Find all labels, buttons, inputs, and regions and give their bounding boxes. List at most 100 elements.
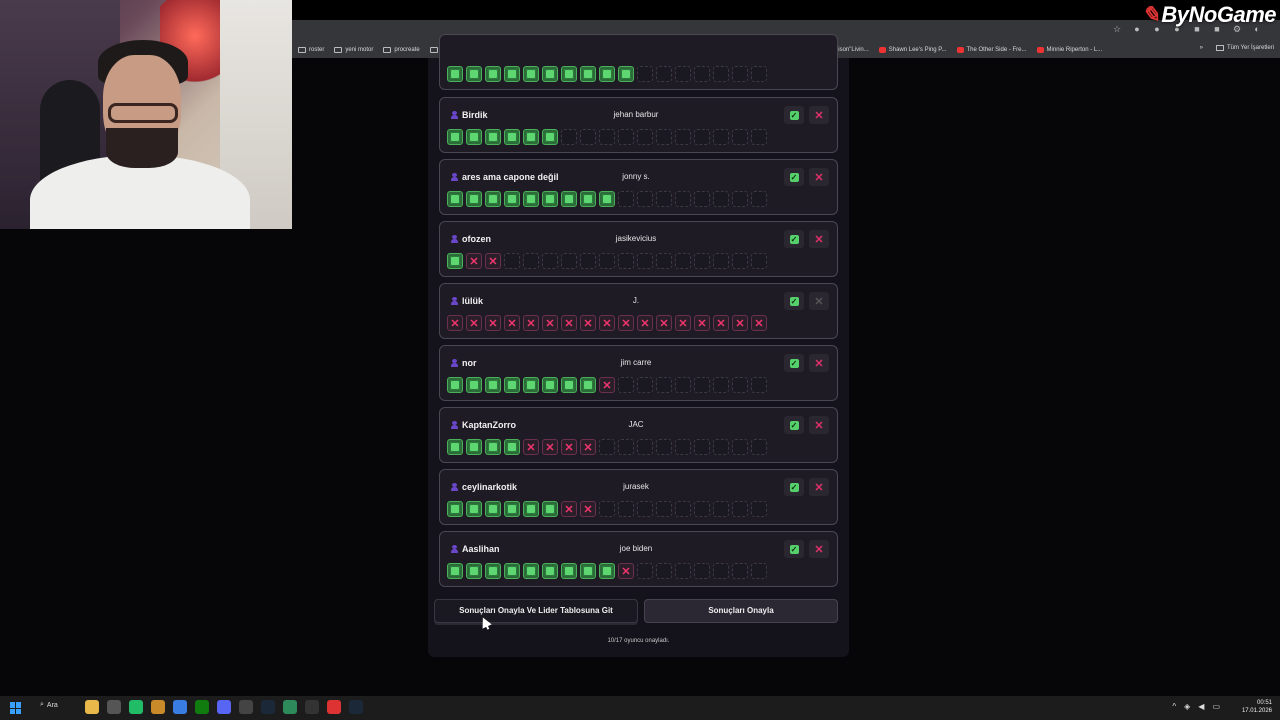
empty-slot: [542, 253, 558, 269]
empty-slot: [713, 377, 729, 393]
app-icon[interactable]: [327, 700, 341, 714]
wrong-slot-icon: [732, 315, 748, 331]
reject-button[interactable]: ✕: [809, 230, 829, 248]
approve-button[interactable]: ✓: [784, 106, 804, 124]
check-icon: ✓: [789, 358, 799, 368]
correct-slot-icon: [561, 191, 577, 207]
user-icon: [451, 359, 458, 367]
clock[interactable]: 00:51 17.01.2026: [1242, 699, 1272, 715]
confirm-results-button[interactable]: Sonuçları Onayla: [644, 599, 838, 623]
empty-slot: [637, 439, 653, 455]
approve-button[interactable]: ✓: [784, 478, 804, 496]
empty-slot: [637, 66, 653, 82]
folder-icon: [1215, 45, 1224, 51]
wrong-slot-icon: [523, 315, 539, 331]
empty-slot: [694, 439, 710, 455]
correct-slot-icon: [504, 191, 520, 207]
chrome-icon[interactable]: [173, 700, 187, 714]
wrong-slot-icon: [580, 315, 596, 331]
empty-slot: [694, 191, 710, 207]
bookmark-item[interactable]: Shawn Lee's Ping P...: [878, 47, 947, 53]
empty-slot: [694, 66, 710, 82]
app-icon[interactable]: [283, 700, 297, 714]
empty-slot: [656, 129, 672, 145]
windows-start-icon[interactable]: [10, 702, 22, 714]
empty-slot: [675, 191, 691, 207]
approve-button[interactable]: ✓: [784, 292, 804, 310]
player-name: Aaslihan: [462, 544, 500, 554]
player-answer: JAC: [628, 420, 644, 429]
user-icon: [451, 483, 458, 491]
wrong-slot-icon: [485, 253, 501, 269]
approve-button[interactable]: ✓: [784, 354, 804, 372]
correct-slot-icon: [504, 439, 520, 455]
system-tray: ^ ◈ ◀ ▭: [1172, 702, 1220, 711]
correct-slot-icon: [466, 439, 482, 455]
answer-slots: [447, 377, 767, 393]
wrong-slot-icon: [713, 315, 729, 331]
all-bookmarks-label: Tüm Yer İşaretleri: [1226, 45, 1274, 51]
correct-slot-icon: [599, 191, 615, 207]
network-icon[interactable]: ◈: [1184, 702, 1190, 711]
player-answer: jonny s.: [622, 172, 650, 181]
store-icon[interactable]: [107, 700, 121, 714]
more-bookmarks-icon[interactable]: »: [1200, 45, 1203, 51]
app-icon[interactable]: [151, 700, 165, 714]
volume-icon[interactable]: ◀: [1198, 702, 1204, 711]
file-explorer-icon[interactable]: [85, 700, 99, 714]
correct-slot-icon: [485, 66, 501, 82]
empty-slot: [637, 501, 653, 517]
approve-button[interactable]: ✓: [784, 168, 804, 186]
correct-slot-icon: [523, 191, 539, 207]
wrong-slot-icon: [694, 315, 710, 331]
reject-button[interactable]: ✕: [809, 292, 829, 310]
reject-button[interactable]: ✕: [809, 540, 829, 558]
player-answer: jasikevicius: [615, 234, 657, 243]
correct-slot-icon: [580, 377, 596, 393]
app-icon[interactable]: [305, 700, 319, 714]
reject-button[interactable]: ✕: [809, 168, 829, 186]
reject-button[interactable]: ✕: [809, 106, 829, 124]
approve-button[interactable]: ✓: [784, 540, 804, 558]
player-name: KaptanZorro: [462, 420, 516, 430]
reject-button[interactable]: ✕: [809, 416, 829, 434]
correct-slot-icon: [542, 563, 558, 579]
bookmark-item[interactable]: roster: [298, 47, 324, 53]
wrong-slot-icon: [504, 315, 520, 331]
bookmark-item[interactable]: procreate: [383, 47, 420, 53]
bookmark-label: yeni motor: [345, 47, 374, 53]
reject-button[interactable]: ✕: [809, 478, 829, 496]
approve-button[interactable]: ✓: [784, 416, 804, 434]
bookmark-item[interactable]: yeni motor: [334, 47, 373, 53]
bookmark-item[interactable]: Minnie Riperton - L...: [1036, 47, 1102, 53]
wrong-slot-icon: [466, 315, 482, 331]
taskbar-search[interactable]: ⌕ Ara: [40, 701, 58, 709]
correct-slot-icon: [466, 191, 482, 207]
approve-button[interactable]: ✓: [784, 230, 804, 248]
all-bookmarks[interactable]: » Tüm Yer İşaretleri: [1200, 45, 1274, 51]
reject-button[interactable]: ✕: [809, 354, 829, 372]
app-icon[interactable]: [239, 700, 253, 714]
bookmark-item[interactable]: The Other Side - Fre...: [956, 47, 1027, 53]
steam-icon[interactable]: [261, 700, 275, 714]
star-icon[interactable]: ☆: [1112, 24, 1122, 34]
empty-slot: [618, 129, 634, 145]
correct-slot-icon: [599, 66, 615, 82]
correct-slot-icon: [447, 129, 463, 145]
wrong-slot-icon: [542, 439, 558, 455]
streamer-glasses: [108, 103, 178, 123]
chevron-up-icon[interactable]: ^: [1172, 702, 1176, 711]
discord-icon[interactable]: [217, 700, 231, 714]
steam-icon[interactable]: [349, 700, 363, 714]
xbox-icon[interactable]: [195, 700, 209, 714]
correct-slot-icon: [504, 377, 520, 393]
player-card: Birdik jehan barbur ✓ ✕: [439, 97, 838, 153]
empty-slot: [618, 253, 634, 269]
battery-icon[interactable]: ▭: [1212, 702, 1220, 711]
pen-icon: ✎: [1141, 2, 1160, 27]
taskbar-apps: [85, 700, 363, 714]
wrong-slot-icon: [675, 315, 691, 331]
app-icon[interactable]: [129, 700, 143, 714]
confirm-and-leaderboard-button[interactable]: Sonuçları Onayla Ve Lider Tablosuna Git: [434, 599, 638, 623]
empty-slot: [561, 129, 577, 145]
